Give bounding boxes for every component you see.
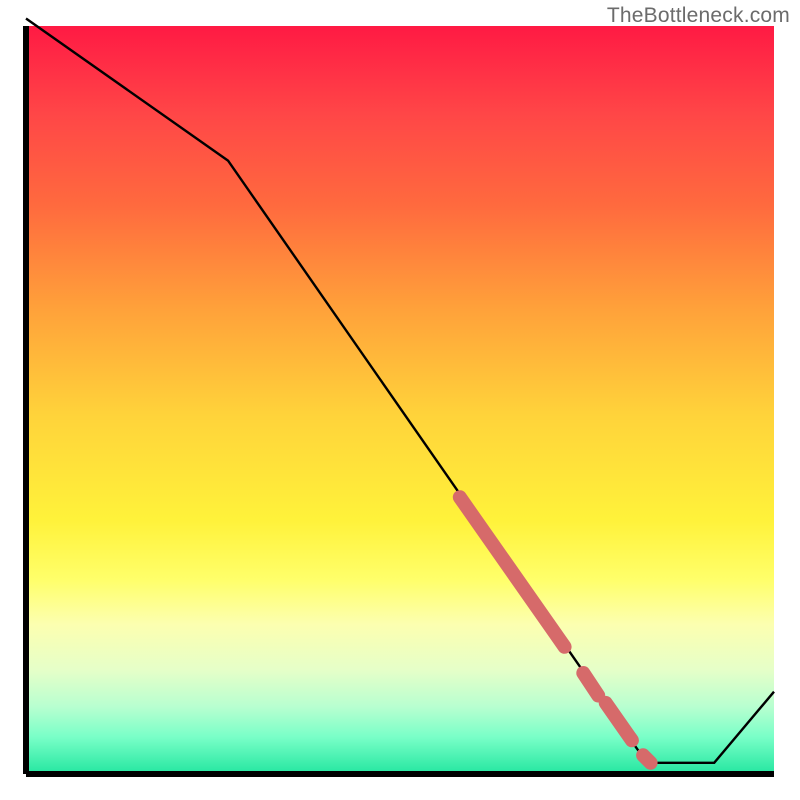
series (26, 19, 774, 763)
watermark-label: TheBottleneck.com (607, 4, 790, 28)
highlight-segments (460, 497, 651, 763)
chart-canvas: TheBottleneck.com (0, 0, 800, 800)
highlight-segment (643, 755, 651, 763)
highlight-segment (583, 673, 598, 696)
curve-path (26, 19, 774, 763)
chart-overlay (0, 0, 800, 800)
highlight-segment (460, 497, 565, 647)
highlight-segment (606, 703, 632, 740)
